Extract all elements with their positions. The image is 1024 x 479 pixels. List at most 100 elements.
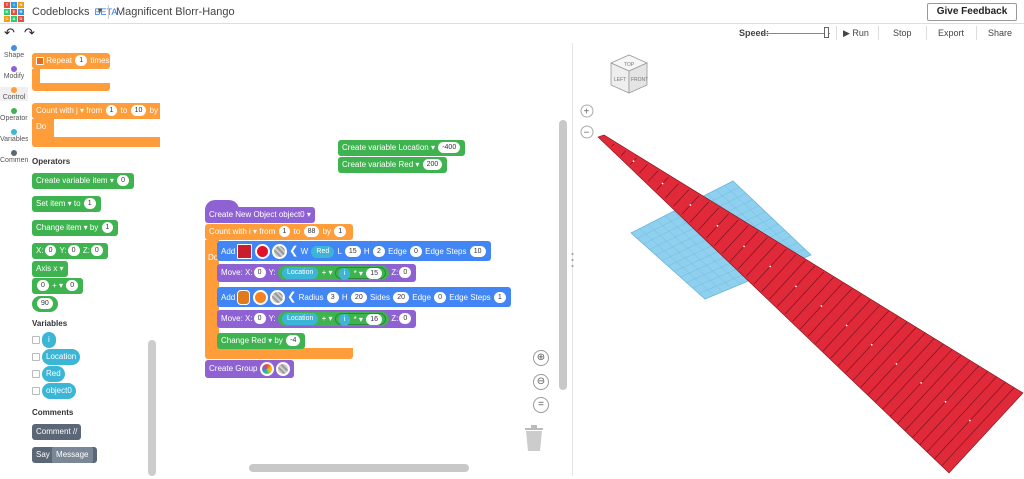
variable-dropdown[interactable]: Red ▾ — [398, 160, 419, 169]
math-block[interactable]: 0 + ▾ 0 — [32, 278, 84, 294]
zoom-out-button[interactable]: ⊖ — [533, 374, 549, 390]
variable-checkbox[interactable] — [32, 387, 40, 395]
value-input[interactable]: -400 — [438, 142, 461, 154]
variable-dropdown[interactable]: item ▾ — [66, 223, 87, 232]
run-button[interactable]: ▶ Run — [843, 28, 869, 39]
comment-block[interactable]: Comment // — [32, 424, 82, 440]
z-input[interactable]: 0 — [90, 245, 103, 257]
variable-dropdown[interactable]: item ▾ — [50, 199, 71, 208]
create-group-block[interactable]: Create Group — [205, 360, 294, 378]
x-input[interactable]: 0 — [44, 245, 57, 257]
add-box-block[interactable]: Add ❮ W Red L 15 H 2 Edge 0 Edge Steps 1… — [217, 241, 491, 261]
share-button[interactable]: Share — [988, 28, 1012, 38]
height-input[interactable]: 20 — [350, 292, 367, 304]
category-comment[interactable]: Comment — [0, 150, 30, 164]
category-modify[interactable]: Modify — [0, 66, 28, 80]
location-variable[interactable]: Location — [281, 266, 319, 279]
orange-color-icon[interactable] — [252, 290, 268, 306]
viewcube[interactable]: TOP LEFT FRONT — [610, 54, 648, 94]
zoom-reset-button[interactable]: = — [533, 397, 549, 413]
variable-location[interactable]: Location — [42, 349, 81, 365]
x-input[interactable]: 0 — [253, 267, 266, 279]
operand-a-input[interactable]: 0 — [37, 280, 49, 292]
chevron-left-icon[interactable]: ❮ — [289, 245, 298, 257]
hole-material-icon[interactable] — [275, 361, 290, 376]
axis-dropdown[interactable]: Axis x ▾ — [36, 264, 64, 273]
length-input[interactable]: 15 — [344, 246, 361, 258]
i-variable[interactable]: i — [338, 313, 351, 326]
add-cylinder-block[interactable]: Add ❮ Radius 3 H 20 Sides 20 Edge 0 Edge… — [217, 287, 511, 307]
axis-block[interactable]: Axis x ▾ — [32, 261, 68, 277]
cylinder-shape-icon[interactable] — [237, 290, 251, 306]
undo-icon[interactable]: ↶ — [4, 25, 15, 41]
edge-steps-input[interactable]: 1 — [493, 292, 506, 304]
multicolor-icon[interactable] — [259, 361, 274, 376]
give-feedback-button[interactable]: Give Feedback — [927, 3, 1017, 21]
operand-b-input[interactable]: 0 — [66, 280, 79, 292]
tinkercad-logo[interactable]: TIN KER CAD — [4, 2, 24, 22]
value-input[interactable]: 200 — [422, 159, 443, 171]
value-input[interactable]: 1 — [83, 198, 96, 210]
project-title[interactable]: Magnificent Blorr-Hango — [116, 6, 235, 18]
value-input[interactable]: 1 — [101, 222, 114, 234]
redo-icon[interactable]: ↷ — [24, 25, 35, 41]
i-variable[interactable]: i — [338, 267, 351, 280]
width-variable[interactable]: Red — [311, 245, 335, 258]
workspace-horizontal-scrollbar[interactable] — [249, 464, 469, 472]
height-input[interactable]: 2 — [372, 246, 385, 258]
app-name[interactable]: Codeblocks BETA — [32, 6, 117, 18]
variable-red[interactable]: Red — [42, 366, 65, 382]
object-dropdown[interactable]: object0 ▾ — [279, 210, 311, 219]
count-with-block[interactable]: Count with j ▾ from 1 to 10 by — [32, 103, 160, 119]
count-with-loop-block[interactable]: Count with i ▾ from 1 to 88 by 1 — [205, 224, 353, 240]
multiplier-input[interactable]: 16 — [366, 314, 382, 326]
chevron-down-icon[interactable]: ▼ — [96, 6, 104, 15]
create-new-object-block[interactable]: Create New Object object0 ▾ — [205, 207, 315, 223]
operator-dropdown[interactable]: * ▾ — [354, 315, 363, 324]
hole-material-icon[interactable] — [271, 244, 287, 260]
variable-checkbox[interactable] — [32, 336, 40, 344]
multiply-expression[interactable]: i * ▾ 16 — [334, 312, 386, 326]
number-block[interactable]: 90 — [32, 296, 58, 312]
edge-input[interactable]: 0 — [434, 292, 447, 304]
variable-dropdown[interactable]: j ▾ — [76, 106, 84, 115]
export-button[interactable]: Export — [938, 28, 964, 38]
xyz-block[interactable]: X: 0 Y: 0 Z: 0 — [32, 243, 108, 259]
number-input[interactable]: 90 — [37, 298, 53, 310]
multiply-expression[interactable]: i * ▾ 15 — [334, 266, 386, 280]
change-red-block[interactable]: Change Red ▾ by -4 — [217, 333, 306, 349]
operator-dropdown[interactable]: * ▾ — [354, 269, 363, 278]
operator-dropdown[interactable]: + ▾ — [52, 281, 63, 290]
from-input[interactable]: 1 — [105, 105, 118, 117]
3d-viewport[interactable]: TOP LEFT FRONT + − — [572, 43, 1024, 476]
red-plate-stack[interactable] — [597, 134, 1024, 474]
trash-icon[interactable] — [523, 424, 545, 452]
from-input[interactable]: 1 — [278, 226, 291, 238]
variable-i[interactable]: i — [42, 332, 56, 348]
sides-input[interactable]: 20 — [393, 292, 409, 304]
category-operators[interactable]: Operators — [0, 108, 31, 122]
variable-dropdown[interactable]: item ▾ — [92, 176, 113, 185]
variable-object0[interactable]: object0 — [42, 383, 76, 399]
y-expression[interactable]: Location + ▾ i * ▾ 16 — [277, 311, 389, 326]
create-variable-block[interactable]: Create variable item ▾ 0 — [32, 173, 134, 189]
operator-dropdown[interactable]: + ▾ — [322, 268, 333, 277]
z-input[interactable]: 0 — [399, 313, 412, 325]
hole-material-icon[interactable] — [269, 290, 285, 306]
multiplier-input[interactable]: 15 — [366, 268, 382, 280]
step-input[interactable]: 1 — [334, 226, 347, 238]
variable-checkbox[interactable] — [32, 353, 40, 361]
flyout-scrollbar[interactable] — [148, 340, 156, 476]
y-expression[interactable]: Location + ▾ i * ▾ 15 — [277, 265, 389, 280]
to-input[interactable]: 88 — [303, 226, 320, 238]
create-variable-location-block[interactable]: Create variable Location ▾ -400 — [338, 140, 466, 156]
set-block[interactable]: Set item ▾ to 1 — [32, 196, 101, 212]
value-input[interactable]: -4 — [286, 335, 301, 347]
value-input[interactable]: 0 — [117, 175, 129, 187]
zoom-in-button[interactable]: ⊕ — [533, 350, 549, 366]
variable-dropdown[interactable]: i ▾ — [249, 227, 257, 236]
location-variable[interactable]: Location — [281, 312, 319, 325]
box-shape-icon[interactable] — [237, 244, 253, 260]
stop-button[interactable]: Stop — [893, 28, 912, 38]
repeat-block[interactable]: Repeat 1 times — [32, 53, 110, 69]
